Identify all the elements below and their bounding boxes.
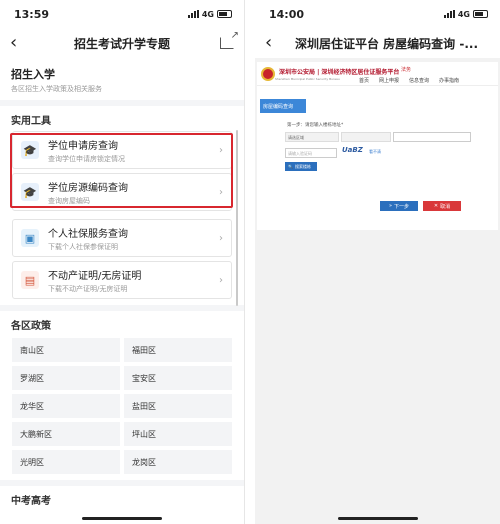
region-item[interactable]: 光明区 [12,450,120,474]
region-item[interactable]: 大鹏新区 [12,422,120,446]
network-label: 4G [457,9,470,19]
section-subtitle: 各区招生入学政策及相关服务 [11,85,102,93]
chevron-right-icon: › [219,274,223,286]
region-item[interactable]: 宝安区 [124,366,232,390]
nav-bar: ‹ 深圳居住证平台 房屋编码查询 -... [255,28,500,58]
close-icon: ✕ [433,203,439,209]
captcha-refresh-link[interactable]: 看不清 [369,149,381,155]
region-item[interactable]: 龙岗区 [124,450,232,474]
police-emblem-icon [261,66,275,81]
tool-property-certificate[interactable]: ▤ 不动产证明/无房证明 下载不动产证明/无房证明 › [12,261,232,299]
side-menu-item[interactable]: 房屋编码查询 [260,99,306,113]
battery-icon [217,10,232,18]
page-title: 深圳居住证平台 房屋编码查询 -... [294,36,478,51]
tools-title: 实用工具 [0,100,244,131]
search-button-label: 搜索楼栋 [294,163,311,169]
next-step-button[interactable]: » 下一步 [380,201,418,211]
tool-title: 个人社保服务查询 [48,228,128,240]
captcha-input[interactable]: 请输入验证码 [285,148,337,158]
webpage-content: 深圳市公安局 | 深圳经济特区居住证服务平台 Shenzhen Municipa… [257,62,498,230]
captcha-image[interactable]: UaBZ [342,146,363,154]
search-building-button[interactable]: 🔍 搜索楼栋 [285,162,317,171]
next-button-label: 下一步 [394,203,410,210]
status-time: 14:00 [269,7,305,21]
battery-icon [473,10,488,18]
site-nav-link[interactable]: 首页 [359,77,369,84]
site-nav-link[interactable]: 办事指南 [439,77,459,84]
enrollment-section: 招生入学 各区招生入学政策及相关服务 [0,58,244,100]
home-indicator [82,517,162,520]
section-title: 招生入学 [11,68,55,81]
address-input[interactable] [393,132,471,142]
regions-title: 各区政策 [0,311,244,338]
back-icon[interactable]: ‹ [265,34,283,52]
chevron-right-icon: › [219,232,223,244]
next-arrow-icon: » [388,203,393,209]
region-item[interactable]: 福田区 [124,338,232,362]
legal-badge[interactable]: 法务 [401,66,411,73]
region-select[interactable]: 请选区域 [285,132,339,142]
share-icon[interactable] [220,30,239,49]
region-item[interactable]: 坪山区 [124,422,232,446]
nav-bar: ‹ 招生考试升学专题 [0,28,244,58]
cancel-button-label: 取消 [440,203,451,210]
page-title: 招生考试升学专题 [73,36,170,51]
region-item[interactable]: 罗湖区 [12,366,120,390]
scrollbar[interactable] [236,130,238,306]
cancel-button[interactable]: ✕ 取消 [423,201,461,211]
right-phone-screen: 14:00 4G ‹ 深圳居住证平台 房屋编码查询 -... 深圳市公安局 | … [255,0,500,524]
regions-grid: 南山区 福田区 罗湖区 宝安区 龙华区 盐田区 大鹏新区 坪山区 光明区 龙岗区 [0,338,244,480]
signal-icon [187,10,199,18]
id-card-icon: ▣ [21,229,39,247]
status-indicators: 4G [187,9,232,19]
region-item[interactable]: 龙华区 [12,394,120,418]
certificate-icon: ▤ [21,271,39,289]
network-label: 4G [201,9,214,19]
tool-subtitle: 下载不动产证明/无房证明 [48,284,128,293]
search-icon: 🔍 [288,164,293,169]
street-select[interactable] [341,132,391,142]
status-bar: 14:00 4G [255,0,500,28]
highlight-box [10,133,233,208]
status-bar: 13:59 4G [0,0,244,28]
step-instruction: 第一步：请您输入楼栋地址* [287,123,344,128]
site-nav-link[interactable]: 网上申报 [379,77,399,84]
site-nav: 首页 网上申报 信息查询 办事指南 [359,77,459,84]
tool-social-security-query[interactable]: ▣ 个人社保服务查询 下载个人社保参保证明 › [12,219,232,257]
site-logo-text: 深圳市公安局 | 深圳经济特区居住证服务平台 [279,68,400,76]
status-indicators: 4G [443,9,488,19]
site-nav-link[interactable]: 信息查询 [409,77,429,84]
tool-title: 不动产证明/无房证明 [48,270,142,282]
tool-subtitle: 下载个人社保参保证明 [48,242,118,251]
back-icon[interactable]: ‹ [10,34,28,52]
left-phone-screen: 13:59 4G ‹ 招生考试升学专题 招生入学 各区招生入学政策及相关服务 实… [0,0,245,524]
signal-icon [443,10,455,18]
status-time: 13:59 [14,7,50,21]
region-item[interactable]: 南山区 [12,338,120,362]
region-item[interactable]: 盐田区 [124,394,232,418]
home-indicator [337,517,418,520]
